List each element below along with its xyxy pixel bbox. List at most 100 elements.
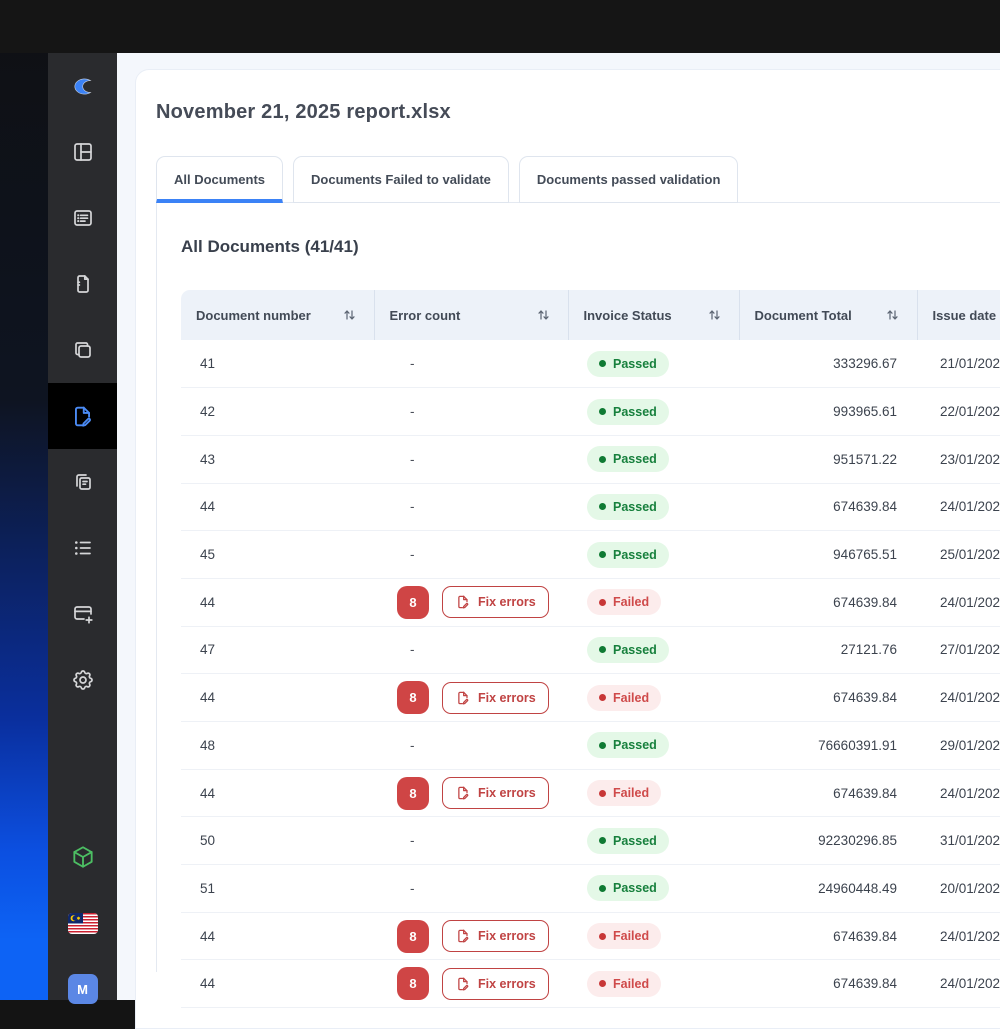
cell-error-count: - <box>374 531 568 579</box>
sidebar-item-m-app[interactable]: M <box>48 956 117 1022</box>
empty-error-count: - <box>410 881 415 896</box>
column-invoice-status: Invoice Status <box>568 290 739 340</box>
cell-issue-date: 29/01/2025 <box>917 722 1000 770</box>
fix-errors-button[interactable]: Fix errors <box>442 586 549 618</box>
sidebar-item-dashboard[interactable] <box>48 119 117 185</box>
table-row: 44-Passed674639.8424/01/2025 <box>181 483 1000 531</box>
page-title: November 21, 2025 report.xlsx <box>156 101 1000 124</box>
table-body: 41-Passed333296.6721/01/202542-Passed993… <box>181 340 1000 1008</box>
sidebar-item-validate-active[interactable] <box>48 383 117 449</box>
fix-errors-label: Fix errors <box>478 786 536 800</box>
cell-issue-date: 24/01/2025 <box>917 912 1000 960</box>
table-row: 43-Passed951571.2223/01/2025 <box>181 435 1000 483</box>
file-edit-icon <box>455 976 471 992</box>
cell-issue-date: 24/01/2025 <box>917 769 1000 817</box>
sidebar-item-list[interactable] <box>48 515 117 581</box>
cell-error-count: - <box>374 483 568 531</box>
cell-error-count: 8Fix errors <box>374 674 568 722</box>
column-label: Issue date <box>933 308 997 323</box>
cell-invoice-status: Passed <box>568 531 739 579</box>
sidebar-item-table-add[interactable] <box>48 581 117 647</box>
tab-documents-failed[interactable]: Documents Failed to validate <box>293 156 509 203</box>
cell-issue-date: 25/01/2025 <box>917 531 1000 579</box>
sidebar-item-list-details[interactable] <box>48 185 117 251</box>
cell-document-number: 50 <box>181 817 374 865</box>
status-label: Passed <box>613 643 657 657</box>
status-label: Failed <box>613 595 649 609</box>
cell-document-total: 27121.76 <box>739 626 917 674</box>
column-document-number: Document number <box>181 290 374 340</box>
sidebar-spacer <box>48 713 117 824</box>
tab-all-documents[interactable]: All Documents <box>156 156 283 203</box>
table-row: 448Fix errorsFailed674639.8424/01/2025 <box>181 578 1000 626</box>
settings-gear-icon <box>71 668 95 692</box>
sidebar-item-language-flag[interactable] <box>48 890 117 956</box>
cell-document-total: 333296.67 <box>739 340 917 388</box>
column-document-total: Document Total <box>739 290 917 340</box>
status-badge-failed: Failed <box>587 971 661 997</box>
file-edit-icon <box>455 690 471 706</box>
cell-document-number: 45 <box>181 531 374 579</box>
fix-errors-button[interactable]: Fix errors <box>442 682 549 714</box>
sidebar-item-settings[interactable] <box>48 647 117 713</box>
sidebar-logo[interactable] <box>48 53 117 119</box>
status-dot <box>599 837 606 844</box>
sidebar-item-copy[interactable] <box>48 317 117 383</box>
column-label: Document number <box>196 308 311 323</box>
tab-bar: All Documents Documents Failed to valida… <box>156 156 1000 203</box>
list-icon <box>71 536 95 560</box>
empty-error-count: - <box>410 547 415 562</box>
file-edit-icon <box>70 404 95 429</box>
table-row: 48-Passed76660391.9129/01/2025 <box>181 722 1000 770</box>
content-card: November 21, 2025 report.xlsx All Docume… <box>135 69 1000 1029</box>
table-row: 42-Passed993965.6122/01/2025 <box>181 388 1000 436</box>
cell-issue-date: 27/01/2025 <box>917 626 1000 674</box>
cell-issue-date: 31/01/2025 <box>917 817 1000 865</box>
status-dot <box>599 933 606 940</box>
status-badge-passed: Passed <box>587 637 669 663</box>
cell-invoice-status: Failed <box>568 912 739 960</box>
app-logo-crescent-icon <box>69 76 97 97</box>
status-dot <box>599 360 606 367</box>
cell-document-number: 44 <box>181 483 374 531</box>
cell-issue-date: 24/01/2025 <box>917 674 1000 722</box>
cell-invoice-status: Failed <box>568 674 739 722</box>
status-badge-passed: Passed <box>587 351 669 377</box>
fix-errors-label: Fix errors <box>478 595 536 609</box>
cell-invoice-status: Passed <box>568 388 739 436</box>
cell-document-number: 48 <box>181 722 374 770</box>
status-dot <box>599 599 606 606</box>
cell-document-total: 674639.84 <box>739 960 917 1008</box>
cell-document-number: 41 <box>181 340 374 388</box>
cell-document-total: 92230296.85 <box>739 817 917 865</box>
table-row: 47-Passed27121.7627/01/2025 <box>181 626 1000 674</box>
tab-panel: All Documents (41/41) Document number Er… <box>156 202 1000 972</box>
cell-error-count: - <box>374 340 568 388</box>
tab-documents-passed[interactable]: Documents passed validation <box>519 156 739 203</box>
cell-document-total: 674639.84 <box>739 912 917 960</box>
status-badge-passed: Passed <box>587 446 669 472</box>
sort-icon[interactable] <box>886 308 899 322</box>
fix-errors-button[interactable]: Fix errors <box>442 777 549 809</box>
section-title: All Documents (41/41) <box>181 237 1000 257</box>
sidebar-item-reports[interactable] <box>48 449 117 515</box>
cell-document-total: 76660391.91 <box>739 722 917 770</box>
sidebar-item-file[interactable] <box>48 251 117 317</box>
fix-errors-button[interactable]: Fix errors <box>442 920 549 952</box>
table-header: Document number Error count Invoice Stat… <box>181 290 1000 340</box>
status-label: Passed <box>613 548 657 562</box>
sort-icon[interactable] <box>537 308 550 322</box>
sort-icon[interactable] <box>708 308 721 322</box>
cell-invoice-status: Passed <box>568 865 739 913</box>
column-label: Document Total <box>755 308 852 323</box>
table-row: 41-Passed333296.6721/01/2025 <box>181 340 1000 388</box>
cell-document-number: 44 <box>181 960 374 1008</box>
table-row: 448Fix errorsFailed674639.8424/01/2025 <box>181 674 1000 722</box>
status-dot <box>599 742 606 749</box>
error-count-wrap: 8Fix errors <box>397 681 568 714</box>
cell-invoice-status: Failed <box>568 578 739 626</box>
fix-errors-button[interactable]: Fix errors <box>442 968 549 1000</box>
column-error-count: Error count <box>374 290 568 340</box>
sidebar-item-package[interactable] <box>48 824 117 890</box>
sort-icon[interactable] <box>343 308 356 322</box>
